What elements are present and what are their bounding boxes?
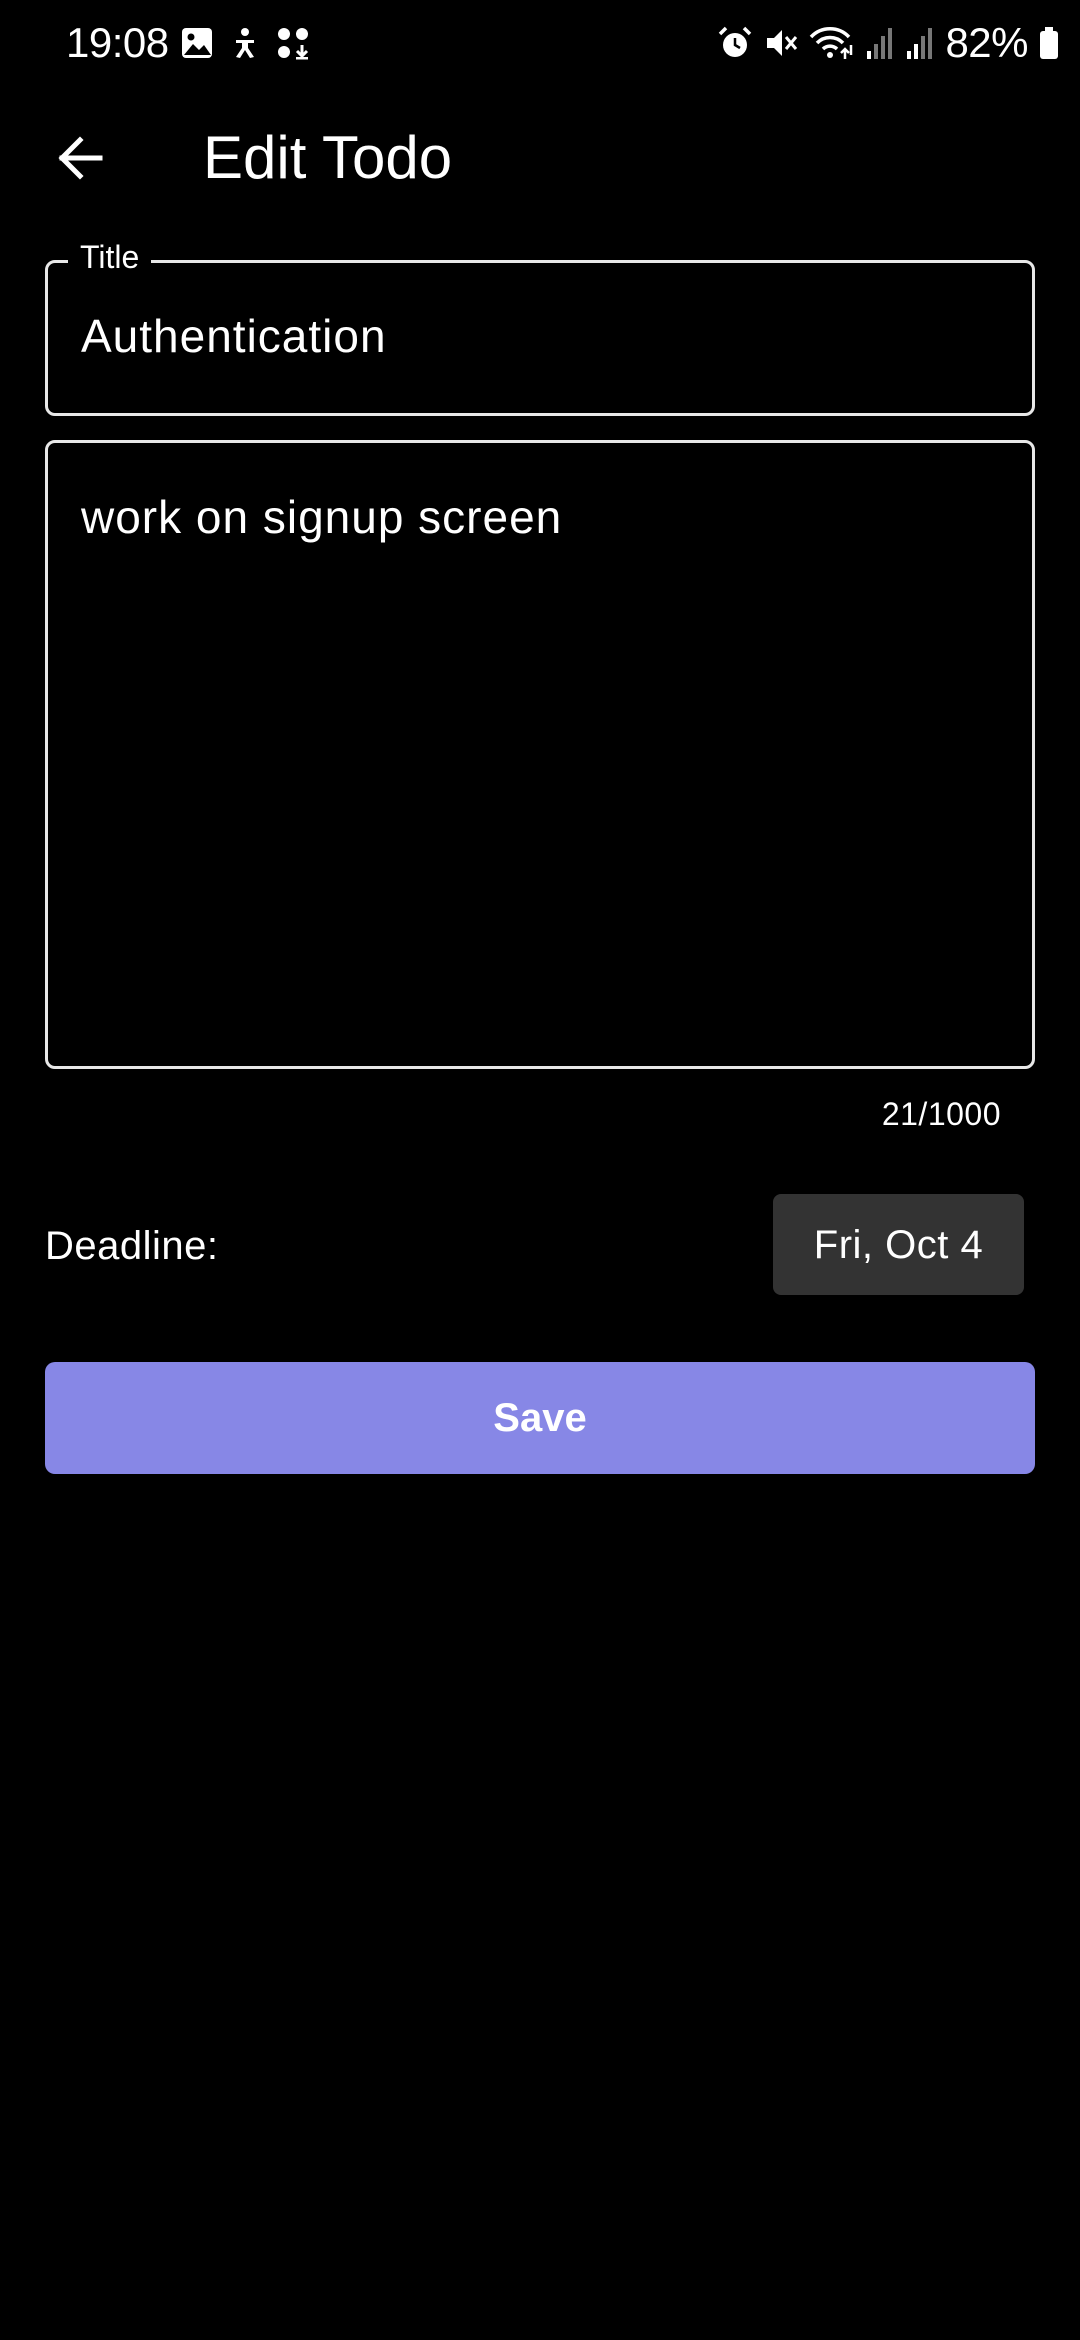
deadline-date-button[interactable]: Fri, Oct 4 <box>773 1194 1024 1295</box>
page-title: Edit Todo <box>203 124 453 191</box>
wifi-icon <box>809 25 855 61</box>
title-field-label: Title <box>68 237 152 277</box>
description-field-value[interactable]: work on signup screen <box>81 489 562 545</box>
signal-icon <box>905 25 935 61</box>
deadline-label: Deadline: <box>45 1224 219 1268</box>
app-bar: Edit Todo <box>0 100 1080 220</box>
status-system-icons: 82% <box>717 18 1060 68</box>
gallery-icon <box>180 26 214 60</box>
alarm-icon <box>717 25 753 61</box>
status-bar: 19:08 82% <box>0 0 1080 86</box>
arrow-back-icon <box>54 132 106 189</box>
title-field[interactable]: Title Authentication <box>45 237 1035 416</box>
save-button[interactable]: Save <box>45 1362 1035 1474</box>
title-field-value[interactable]: Authentication <box>81 308 387 364</box>
description-field[interactable]: work on signup screen <box>45 440 1035 1069</box>
mute-icon <box>763 25 799 61</box>
accessibility-icon <box>228 26 262 60</box>
character-counter: 21/1000 <box>881 1096 1001 1132</box>
signal-icon <box>865 25 895 61</box>
status-notification-icons <box>180 24 310 62</box>
app-grid-download-icon <box>276 26 310 60</box>
battery-icon <box>1038 25 1060 61</box>
battery-percent: 82% <box>945 19 1028 66</box>
status-time: 19:08 <box>66 19 169 66</box>
back-button[interactable] <box>36 116 124 204</box>
